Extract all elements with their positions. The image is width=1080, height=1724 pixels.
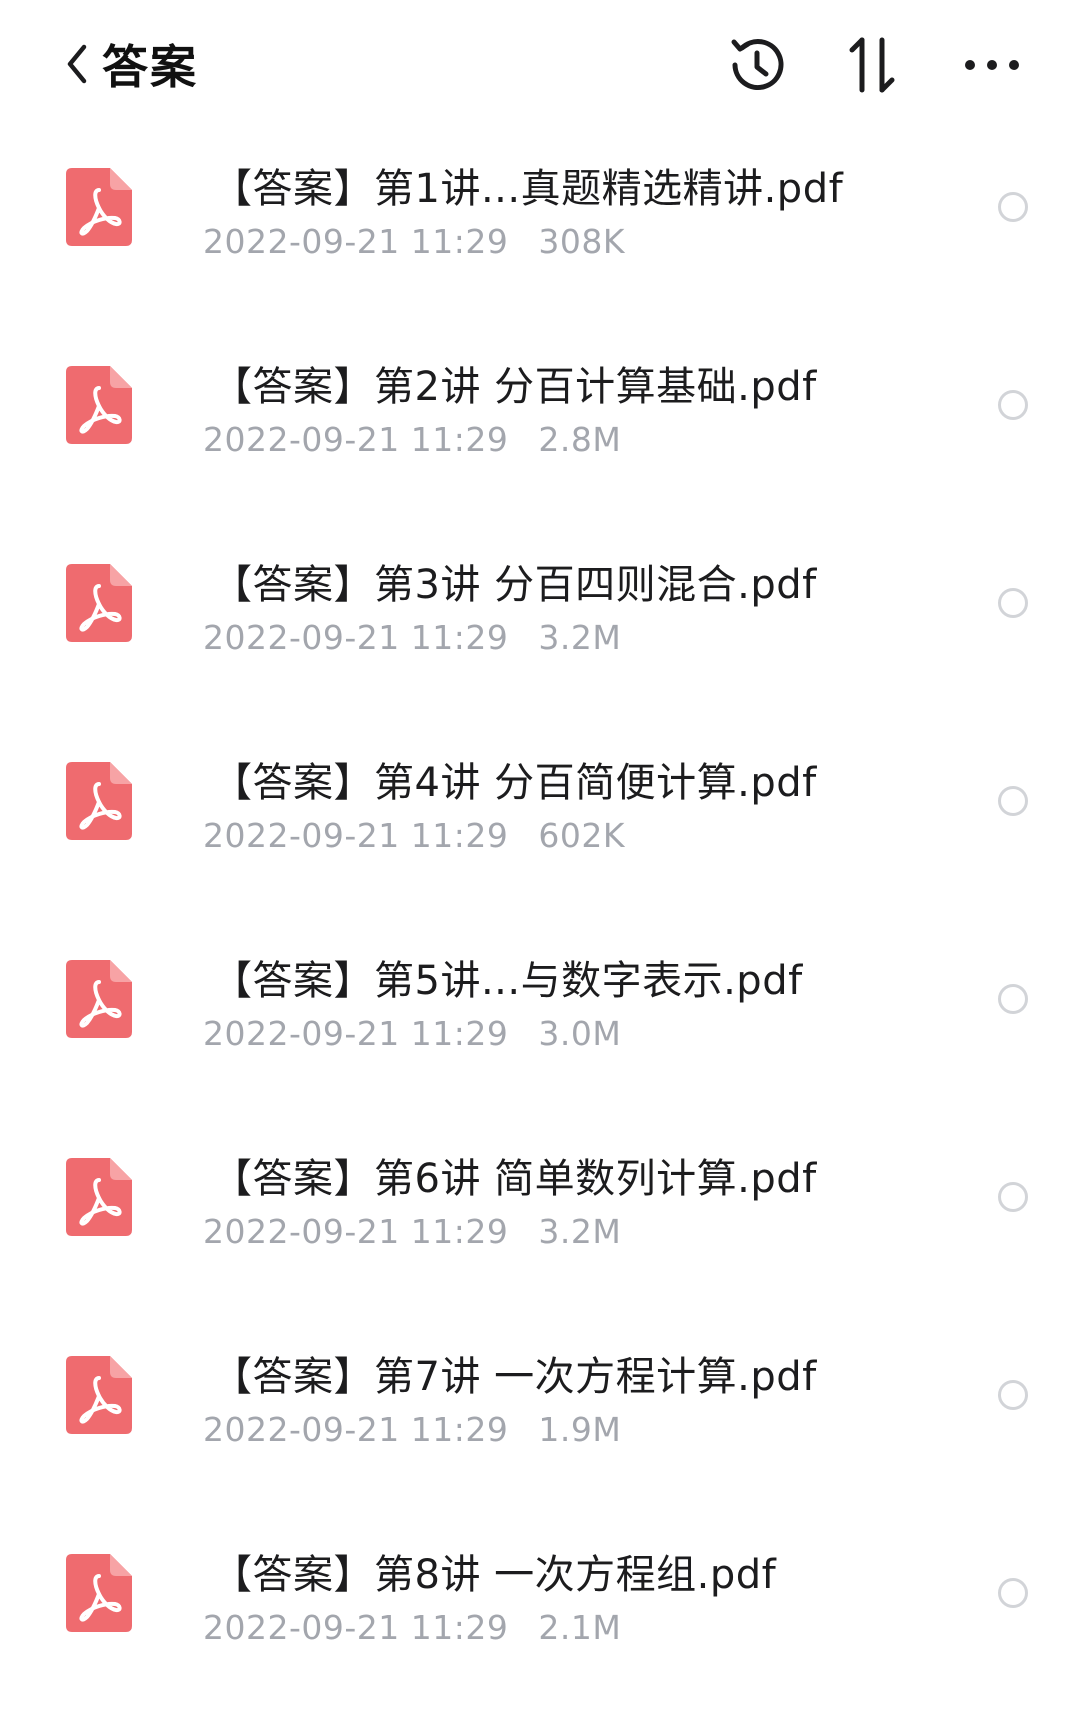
top-bar: 答案 — [0, 0, 1080, 140]
file-date: 2022-09-21 11:29 — [203, 222, 509, 261]
back-button[interactable]: 答案 — [62, 34, 198, 94]
list-item[interactable]: 【答案】第5讲...与数字表示.pdf 2022-09-21 11:29 3.0M — [0, 932, 1080, 1130]
file-name: 【答案】第5讲...与数字表示.pdf — [212, 958, 803, 1004]
file-size: 2.8M — [538, 420, 622, 459]
pdf-file-icon — [66, 564, 132, 642]
page-title: 答案 — [102, 40, 198, 94]
select-radio[interactable] — [998, 1380, 1028, 1410]
file-size: 3.2M — [538, 1212, 622, 1251]
file-size: 1.9M — [538, 1410, 622, 1449]
list-item[interactable]: 【答案】第6讲 简单数列计算.pdf 2022-09-21 11:29 3.2M — [0, 1130, 1080, 1328]
file-name: 【答案】第4讲 分百简便计算.pdf — [212, 760, 817, 806]
file-list: 【答案】第1讲...真题精选精讲.pdf 2022-09-21 11:29 308… — [0, 140, 1080, 1724]
file-meta: 2022-09-21 11:29 602K — [203, 816, 625, 855]
file-size: 2.1M — [538, 1608, 622, 1647]
file-meta: 2022-09-21 11:29 3.2M — [203, 618, 621, 657]
more-button[interactable] — [957, 30, 1027, 100]
select-radio[interactable] — [998, 588, 1028, 618]
history-button[interactable] — [723, 30, 793, 100]
pdf-file-icon — [66, 168, 132, 246]
file-date: 2022-09-21 11:29 — [203, 1212, 509, 1251]
file-size: 308K — [538, 222, 626, 261]
file-size: 602K — [538, 816, 626, 855]
select-radio[interactable] — [998, 786, 1028, 816]
file-name: 【答案】第7讲 一次方程计算.pdf — [212, 1354, 817, 1400]
file-meta: 2022-09-21 11:29 2.1M — [203, 1608, 621, 1647]
file-date: 2022-09-21 11:29 — [203, 618, 509, 657]
sort-icon — [849, 37, 895, 93]
file-meta: 2022-09-21 11:29 2.8M — [203, 420, 621, 459]
file-meta: 2022-09-21 11:29 308K — [203, 222, 625, 261]
file-meta: 2022-09-21 11:29 3.0M — [203, 1014, 621, 1053]
list-item[interactable]: 【答案】第4讲 分百简便计算.pdf 2022-09-21 11:29 602K — [0, 734, 1080, 932]
file-date: 2022-09-21 11:29 — [203, 1608, 509, 1647]
pdf-file-icon — [66, 1554, 132, 1632]
file-name: 【答案】第2讲 分百计算基础.pdf — [212, 364, 817, 410]
sort-button[interactable] — [838, 30, 908, 100]
history-icon — [731, 39, 784, 91]
pdf-file-icon — [66, 366, 132, 444]
list-item[interactable]: 【答案】第2讲 分百计算基础.pdf 2022-09-21 11:29 2.8M — [0, 338, 1080, 536]
file-name: 【答案】第1讲...真题精选精讲.pdf — [212, 166, 844, 212]
select-radio[interactable] — [998, 1182, 1028, 1212]
list-item[interactable]: 【答案】第8讲 一次方程组.pdf 2022-09-21 11:29 2.1M — [0, 1526, 1080, 1724]
pdf-file-icon — [66, 960, 132, 1038]
file-date: 2022-09-21 11:29 — [203, 816, 509, 855]
list-item[interactable]: 【答案】第1讲...真题精选精讲.pdf 2022-09-21 11:29 308… — [0, 140, 1080, 338]
file-date: 2022-09-21 11:29 — [203, 1014, 509, 1053]
list-item[interactable]: 【答案】第3讲 分百四则混合.pdf 2022-09-21 11:29 3.2M — [0, 536, 1080, 734]
chevron-left-icon — [67, 44, 87, 84]
file-name: 【答案】第6讲 简单数列计算.pdf — [212, 1156, 817, 1202]
pdf-file-icon — [66, 1158, 132, 1236]
list-item[interactable]: 【答案】第7讲 一次方程计算.pdf 2022-09-21 11:29 1.9M — [0, 1328, 1080, 1526]
pdf-file-icon — [66, 1356, 132, 1434]
file-meta: 2022-09-21 11:29 3.2M — [203, 1212, 621, 1251]
file-size: 3.0M — [538, 1014, 622, 1053]
select-radio[interactable] — [998, 390, 1028, 420]
select-radio[interactable] — [998, 192, 1028, 222]
file-name: 【答案】第8讲 一次方程组.pdf — [212, 1552, 777, 1598]
more-icon — [965, 60, 1019, 70]
file-meta: 2022-09-21 11:29 1.9M — [203, 1410, 621, 1449]
file-date: 2022-09-21 11:29 — [203, 1410, 509, 1449]
select-radio[interactable] — [998, 984, 1028, 1014]
pdf-file-icon — [66, 762, 132, 840]
file-size: 3.2M — [538, 618, 622, 657]
select-radio[interactable] — [998, 1578, 1028, 1608]
file-name: 【答案】第3讲 分百四则混合.pdf — [212, 562, 817, 608]
file-date: 2022-09-21 11:29 — [203, 420, 509, 459]
